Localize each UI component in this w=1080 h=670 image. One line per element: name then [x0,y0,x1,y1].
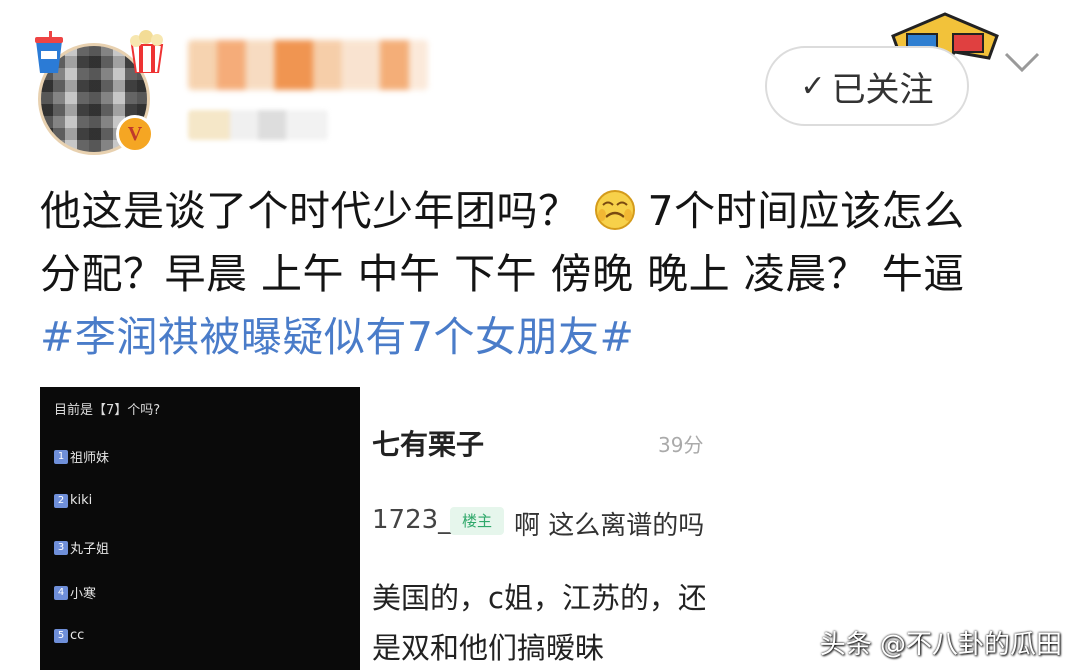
list-item-label: 小寒 [70,587,97,602]
checkmark-icon: ✓ [800,68,826,104]
popcorn-icon [130,30,164,73]
screenshot-image-right[interactable]: 七有栗子 39分 1723_ 楼主 啊 这么离谱的吗 美国的，c姐，江苏的，还 … [360,387,705,670]
reply-username: 1723_ [372,505,452,535]
verified-badge-icon: V [116,115,154,153]
screenshot-image-left[interactable]: 目前是【7】个吗? 1 祖师妹 2 kiki 3 丸子姐 4 小寒 5 cc [40,387,360,670]
post-time: 39分 [658,433,704,457]
list-item: 3 丸子姐 [54,538,109,557]
post-line-2: 分配？早晨 上午 中午 下午 傍晚 晚上 凌晨？ 牛逼 [40,250,965,298]
post-line-1: 他这是谈了个时代少年团吗？ 7个时间应该怎么 [40,180,1050,243]
smirk-face-icon [594,190,635,230]
list-item-label: cc [70,628,85,643]
post-line-1a: 他这是谈了个时代少年团吗？ [40,187,580,235]
reply-text: 啊 这么离谱的吗 [514,511,705,541]
list-item-label: 丸子姐 [70,542,110,557]
followed-button[interactable]: ✓ 已关注 [765,46,969,126]
list-item: 4 小寒 [54,583,96,602]
number-badge-icon: 4 [54,585,68,600]
author-avatar-group[interactable]: V [30,25,164,155]
number-badge-icon: 5 [54,628,68,643]
list-item: 5 cc [54,628,84,643]
comment-line-1: 美国的，c姐，江苏的，还 [372,581,705,615]
watermark: 头条 @不八卦的瓜田 [819,630,1062,660]
list-item-label: kiki [70,493,93,508]
number-badge-icon: 2 [54,493,68,508]
user-meta-blurred [188,110,328,140]
poster-name: 七有栗子 [372,428,485,461]
number-badge-icon: 3 [54,540,68,555]
list-item-label: 祖师妹 [70,451,110,466]
username-blurred[interactable] [188,40,428,90]
soda-cup-icon [35,31,63,73]
post-text: 他这是谈了个时代少年团吗？ 7个时间应该怎么 分配？早晨 上午 中午 下午 傍晚… [40,180,1050,369]
hashtag-link[interactable]: #李润祺被曝疑似有7个女朋友# [40,306,1050,369]
post-line-1b: 7个时间应该怎么 [647,187,965,235]
comment-line-2: 是双和他们搞暧昧 [372,631,605,665]
number-badge-icon: 1 [54,449,68,464]
question-text: 目前是【7】个吗? [54,403,161,418]
op-badge: 楼主 [450,507,504,535]
list-item: 1 祖师妹 [54,447,109,466]
list-item: 2 kiki [54,493,92,508]
followed-label: 已关注 [831,69,934,110]
chevron-down-icon[interactable] [1002,48,1042,78]
